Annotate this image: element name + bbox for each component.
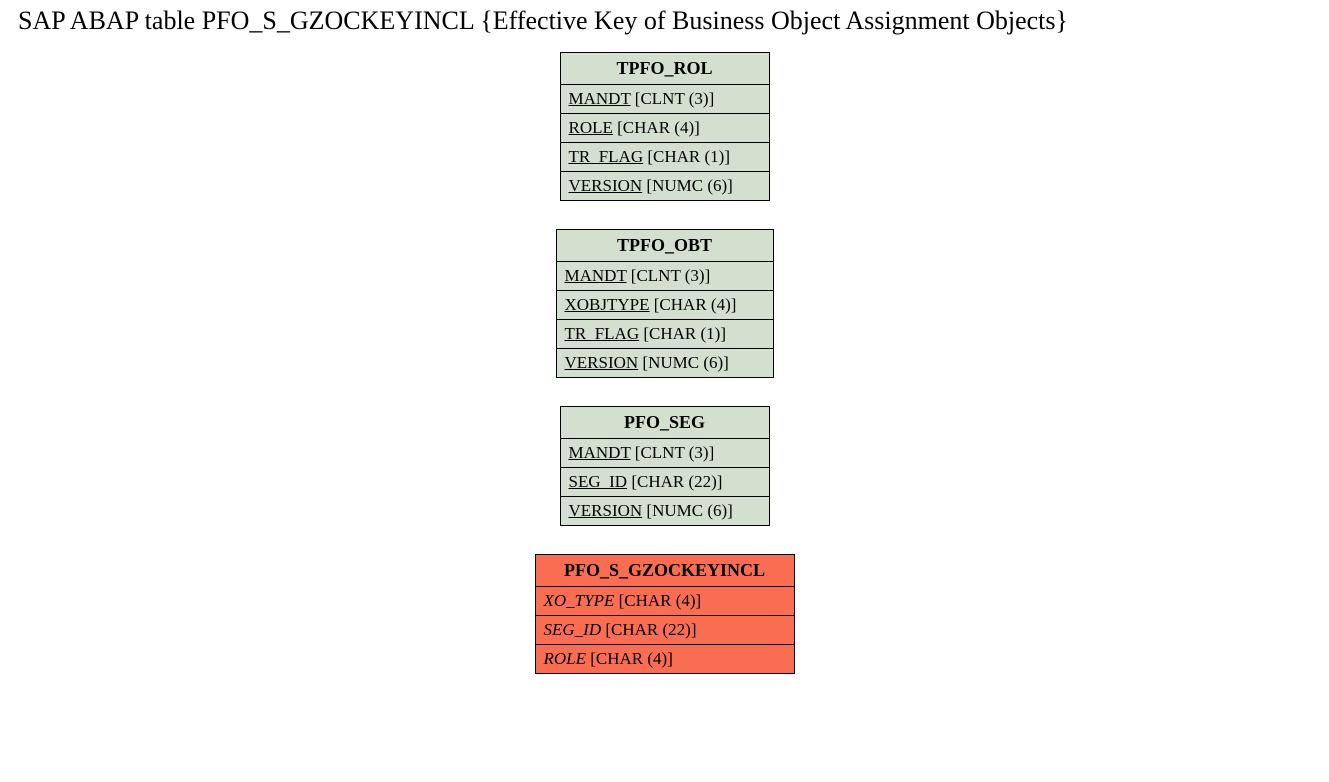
field-name: SEG_ID xyxy=(569,472,628,491)
field-type: [CHAR (4)] xyxy=(586,649,673,668)
field-type: [CHAR (4)] xyxy=(613,118,700,137)
entity-field-row: VERSION [NUMC (6)] xyxy=(561,497,769,525)
field-name: XO_TYPE xyxy=(544,591,615,610)
entity-field-row: VERSION [NUMC (6)] xyxy=(561,172,769,200)
entity-field-row: MANDT [CLNT (3)] xyxy=(557,262,773,291)
page-title: SAP ABAP table PFO_S_GZOCKEYINCL {Effect… xyxy=(0,6,1329,36)
entity-field-row: MANDT [CLNT (3)] xyxy=(561,439,769,468)
entity-table-pfo-s-gzockeyincl: PFO_S_GZOCKEYINCL XO_TYPE [CHAR (4)] SEG… xyxy=(535,554,795,674)
field-name: MANDT xyxy=(565,266,627,285)
field-name: MANDT xyxy=(569,443,631,462)
entity-table-tpfo-obt: TPFO_OBT MANDT [CLNT (3)] XOBJTYPE [CHAR… xyxy=(556,229,774,378)
entity-field-row: TR_FLAG [CHAR (1)] xyxy=(557,320,773,349)
field-type: [CHAR (4)] xyxy=(614,591,701,610)
field-name: MANDT xyxy=(569,89,631,108)
field-name: ROLE xyxy=(569,118,613,137)
field-name: ROLE xyxy=(544,649,587,668)
entity-field-row: XO_TYPE [CHAR (4)] xyxy=(536,587,794,616)
field-type: [NUMC (6)] xyxy=(638,353,729,372)
er-diagram: TPFO_ROL MANDT [CLNT (3)] ROLE [CHAR (4)… xyxy=(0,52,1329,702)
entity-header: TPFO_ROL xyxy=(561,53,769,85)
entity-table-pfo-seg: PFO_SEG MANDT [CLNT (3)] SEG_ID [CHAR (2… xyxy=(560,406,770,526)
field-type: [NUMC (6)] xyxy=(642,501,733,520)
field-name: VERSION xyxy=(569,176,643,195)
field-type: [CLNT (3)] xyxy=(631,443,715,462)
field-name: TR_FLAG xyxy=(565,324,640,343)
entity-field-row: SEG_ID [CHAR (22)] xyxy=(561,468,769,497)
entity-field-row: TR_FLAG [CHAR (1)] xyxy=(561,143,769,172)
field-name: TR_FLAG xyxy=(569,147,644,166)
entity-header: PFO_SEG xyxy=(561,407,769,439)
field-type: [CHAR (22)] xyxy=(601,620,696,639)
entity-field-row: MANDT [CLNT (3)] xyxy=(561,85,769,114)
entity-table-tpfo-rol: TPFO_ROL MANDT [CLNT (3)] ROLE [CHAR (4)… xyxy=(560,52,770,201)
entity-field-row: XOBJTYPE [CHAR (4)] xyxy=(557,291,773,320)
field-name: XOBJTYPE xyxy=(565,295,650,314)
entity-field-row: VERSION [NUMC (6)] xyxy=(557,349,773,377)
field-type: [NUMC (6)] xyxy=(642,176,733,195)
entity-field-row: ROLE [CHAR (4)] xyxy=(536,645,794,673)
field-type: [CLNT (3)] xyxy=(627,266,711,285)
field-name: VERSION xyxy=(565,353,639,372)
entity-header: TPFO_OBT xyxy=(557,230,773,262)
field-type: [CLNT (3)] xyxy=(631,89,715,108)
field-type: [CHAR (22)] xyxy=(627,472,722,491)
field-type: [CHAR (1)] xyxy=(639,324,726,343)
field-name: VERSION xyxy=(569,501,643,520)
entity-field-row: SEG_ID [CHAR (22)] xyxy=(536,616,794,645)
field-type: [CHAR (1)] xyxy=(643,147,730,166)
field-type: [CHAR (4)] xyxy=(650,295,737,314)
entity-header: PFO_S_GZOCKEYINCL xyxy=(536,555,794,587)
entity-field-row: ROLE [CHAR (4)] xyxy=(561,114,769,143)
field-name: SEG_ID xyxy=(544,620,602,639)
page: SAP ABAP table PFO_S_GZOCKEYINCL {Effect… xyxy=(0,0,1329,782)
